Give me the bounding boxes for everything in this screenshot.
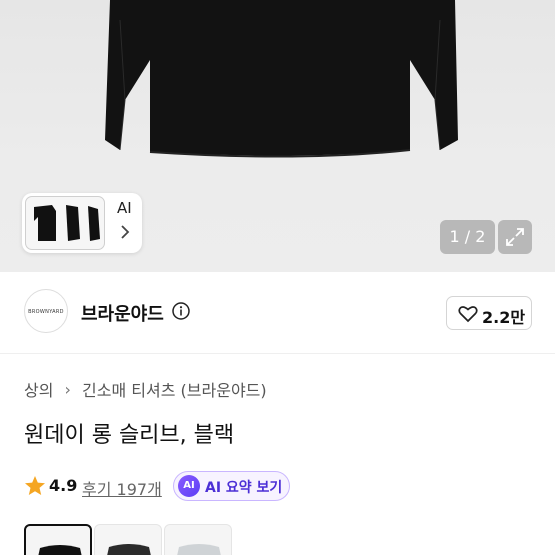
image-pager: 1 / 2: [440, 220, 495, 254]
brand-name[interactable]: 브라운야드: [81, 300, 164, 326]
product-image-gallery[interactable]: AI 1 / 2: [0, 0, 555, 272]
thumbnail-shirts: [34, 205, 100, 241]
reviews-link[interactable]: 후기 197개: [82, 476, 162, 500]
swatch-shirt: [177, 544, 221, 555]
breadcrumb: 상의 › 긴소매 티셔츠 (브라운야드): [24, 377, 267, 401]
chevron-right-icon[interactable]: [120, 225, 130, 239]
star-icon: [25, 476, 45, 495]
ai-badge-icon: AI: [178, 475, 200, 497]
thumbnail-ai-label: AI: [117, 199, 132, 217]
breadcrumb-item[interactable]: 긴소매 티셔츠 (브라운야드): [82, 381, 267, 400]
ai-summary-label: AI 요약 보기: [205, 480, 283, 496]
swatch-shirt: [38, 545, 82, 555]
color-option-black[interactable]: [24, 524, 92, 555]
heart-icon: [458, 306, 478, 323]
product-title: 원데이 롱 슬리브, 블랙: [24, 423, 235, 448]
expand-button[interactable]: [498, 220, 532, 254]
expand-icon: [506, 228, 524, 246]
color-option-light-gray[interactable]: [164, 524, 232, 555]
chevron-right-icon: ›: [64, 379, 71, 399]
rating-score: 4.9: [49, 476, 78, 495]
color-option-charcoal[interactable]: [94, 524, 162, 555]
ai-summary-button[interactable]: AI AI 요약 보기: [173, 471, 290, 501]
brand-logo[interactable]: BROWNYARD: [24, 289, 68, 333]
like-count: 2.2만: [482, 308, 526, 327]
swatch-shirt: [107, 544, 151, 555]
brand-row: BROWNYARD 브라운야드 2.2만: [0, 272, 555, 354]
breadcrumb-item[interactable]: 상의: [24, 381, 53, 400]
like-button[interactable]: 2.2만: [446, 296, 532, 330]
image-thumbnail-strip[interactable]: AI: [22, 193, 142, 253]
thumbnail-images[interactable]: [25, 196, 105, 250]
info-icon[interactable]: [172, 302, 190, 320]
